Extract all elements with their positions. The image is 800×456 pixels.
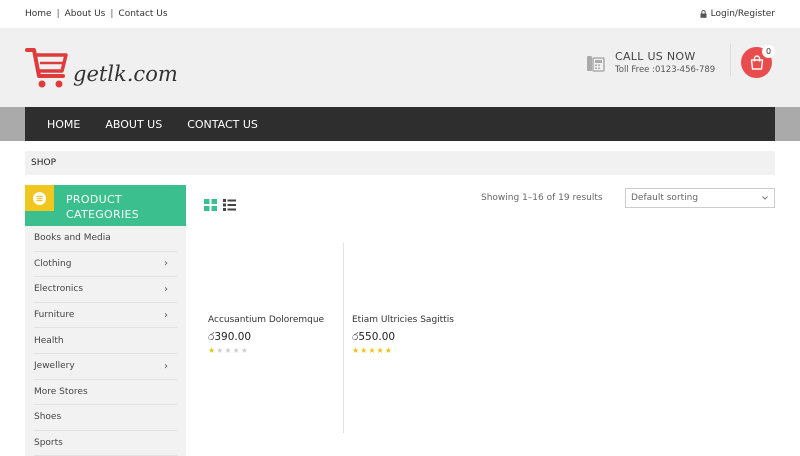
star-filled-icon: ★ — [360, 346, 368, 355]
top-link-separator: | — [110, 9, 114, 19]
call-us-block: CALL US NOW Toll Free :0123-456-789 — [586, 50, 715, 75]
site-logo[interactable]: getlk.com — [25, 46, 178, 90]
chevron-right-icon[interactable]: › — [164, 258, 168, 269]
category-label: Health — [34, 335, 64, 346]
chevron-right-icon[interactable]: › — [164, 361, 168, 372]
call-us-number: Toll Free :0123-456-789 — [615, 65, 716, 75]
category-item-shoes[interactable]: Shoes — [34, 405, 177, 431]
shop-main: Showing 1–16 of 19 results Default sorti… — [200, 185, 775, 456]
product-categories-title-line2: CATEGORIES — [66, 208, 140, 221]
nav-item-about-us[interactable]: ABOUT US — [105, 118, 162, 131]
category-list-icon-box — [25, 185, 54, 211]
star-filled-icon: ★ — [384, 346, 392, 355]
product-price: ර390.00 — [208, 331, 251, 344]
category-item-jewellery[interactable]: Jewellery › — [34, 354, 177, 380]
chevron-down-icon — [762, 196, 768, 200]
category-item-sports[interactable]: Sports — [34, 431, 177, 456]
logo-text: getlk.com — [73, 62, 178, 86]
star-filled-icon: ★ — [368, 346, 376, 355]
star-empty-icon: ★ — [216, 346, 224, 355]
lock-icon — [700, 10, 707, 18]
category-label: Furniture — [34, 310, 75, 321]
category-item-more-stores[interactable]: More Stores — [34, 380, 177, 406]
product-categories-title: PRODUCT CATEGORIES — [66, 192, 139, 222]
result-count: Showing 1–16 of 19 results — [481, 193, 603, 203]
product-rating: ★ ★ ★ ★ ★ — [352, 347, 392, 355]
top-link-home[interactable]: Home — [25, 9, 52, 19]
shopping-cart-logo-icon — [25, 48, 68, 88]
category-label: Shoes — [34, 412, 62, 423]
category-label: Books and Media — [34, 233, 111, 244]
product-name[interactable]: Etiam Ultricies Sagittis — [352, 315, 454, 325]
sorting-select[interactable]: Default sorting — [625, 188, 775, 208]
breadcrumb: SHOP — [25, 151, 775, 175]
phone-icon — [587, 55, 605, 72]
top-link-contact[interactable]: Contact Us — [118, 9, 167, 19]
top-bar: Home | About Us | Contact Us Login/Regis… — [0, 0, 800, 28]
product-name[interactable]: Accusantium Doloremque — [208, 315, 324, 325]
nav-item-home[interactable]: HOME — [47, 118, 80, 131]
category-item-electronics[interactable]: Electronics › — [34, 277, 177, 303]
product-price-value: 550.00 — [358, 331, 396, 343]
top-link-separator: | — [56, 9, 60, 19]
cart-count-badge: 0 — [762, 45, 775, 58]
grid-view-icon[interactable] — [204, 199, 217, 211]
star-filled-icon: ★ — [376, 346, 384, 355]
category-item-clothing[interactable]: Clothing › — [34, 252, 177, 278]
main-nav-wrapper: HOME ABOUT US CONTACT US — [0, 107, 800, 141]
list-view-icon[interactable] — [223, 199, 236, 211]
login-register-link[interactable]: Login/Register — [700, 9, 775, 19]
header-divider — [730, 44, 731, 76]
sidebar: PRODUCT CATEGORIES Books and Media Cloth… — [25, 185, 186, 456]
chevron-right-icon[interactable]: › — [164, 310, 168, 321]
product-grid: Accusantium Doloremque ර390.00 ★ ★ ★ ★ ★ Eti… — [200, 243, 486, 433]
star-empty-icon: ★ — [240, 346, 248, 355]
category-label: Jewellery — [34, 361, 75, 372]
view-toggle — [204, 199, 236, 211]
top-link-about[interactable]: About Us — [65, 9, 106, 19]
sorting-selected-value: Default sorting — [631, 193, 699, 203]
star-filled-icon: ★ — [208, 346, 216, 355]
star-filled-icon: ★ — [352, 346, 360, 355]
call-us-title: CALL US NOW — [615, 50, 696, 63]
category-label: More Stores — [34, 386, 88, 397]
category-item-furniture[interactable]: Furniture › — [34, 303, 177, 329]
site-header: getlk.com CALL US NOW Toll Free :0123-45… — [0, 28, 800, 107]
product-price-value: 390.00 — [214, 331, 252, 343]
category-list: Books and Media Clothing › Electronics › F… — [25, 226, 186, 456]
login-register-label: Login/Register — [710, 9, 775, 19]
product-rating: ★ ★ ★ ★ ★ — [208, 347, 248, 355]
product-card[interactable]: Etiam Ultricies Sagittis ර550.00 ★ ★ ★ ★ ★ — [343, 243, 486, 433]
top-links: Home | About Us | Contact Us — [25, 9, 168, 19]
product-price: ර550.00 — [352, 331, 395, 344]
category-item-books-and-media[interactable]: Books and Media — [34, 226, 177, 252]
category-label: Electronics — [34, 284, 84, 295]
category-label: Sports — [34, 438, 63, 449]
category-item-health[interactable]: Health — [34, 328, 177, 354]
product-categories-header: PRODUCT CATEGORIES — [25, 185, 186, 226]
category-label: Clothing — [34, 258, 72, 269]
product-card[interactable]: Accusantium Doloremque ර390.00 ★ ★ ★ ★ ★ — [200, 243, 343, 433]
nav-item-contact-us[interactable]: CONTACT US — [187, 118, 258, 131]
call-us-text: CALL US NOW Toll Free :0123-456-789 — [615, 50, 715, 75]
list-circle-icon — [33, 191, 46, 205]
product-categories-title-line1: PRODUCT — [66, 193, 122, 206]
main-nav: HOME ABOUT US CONTACT US — [25, 107, 775, 141]
star-empty-icon: ★ — [224, 346, 232, 355]
star-empty-icon: ★ — [232, 346, 240, 355]
shopping-bag-icon — [750, 55, 763, 70]
chevron-right-icon[interactable]: › — [164, 284, 168, 295]
